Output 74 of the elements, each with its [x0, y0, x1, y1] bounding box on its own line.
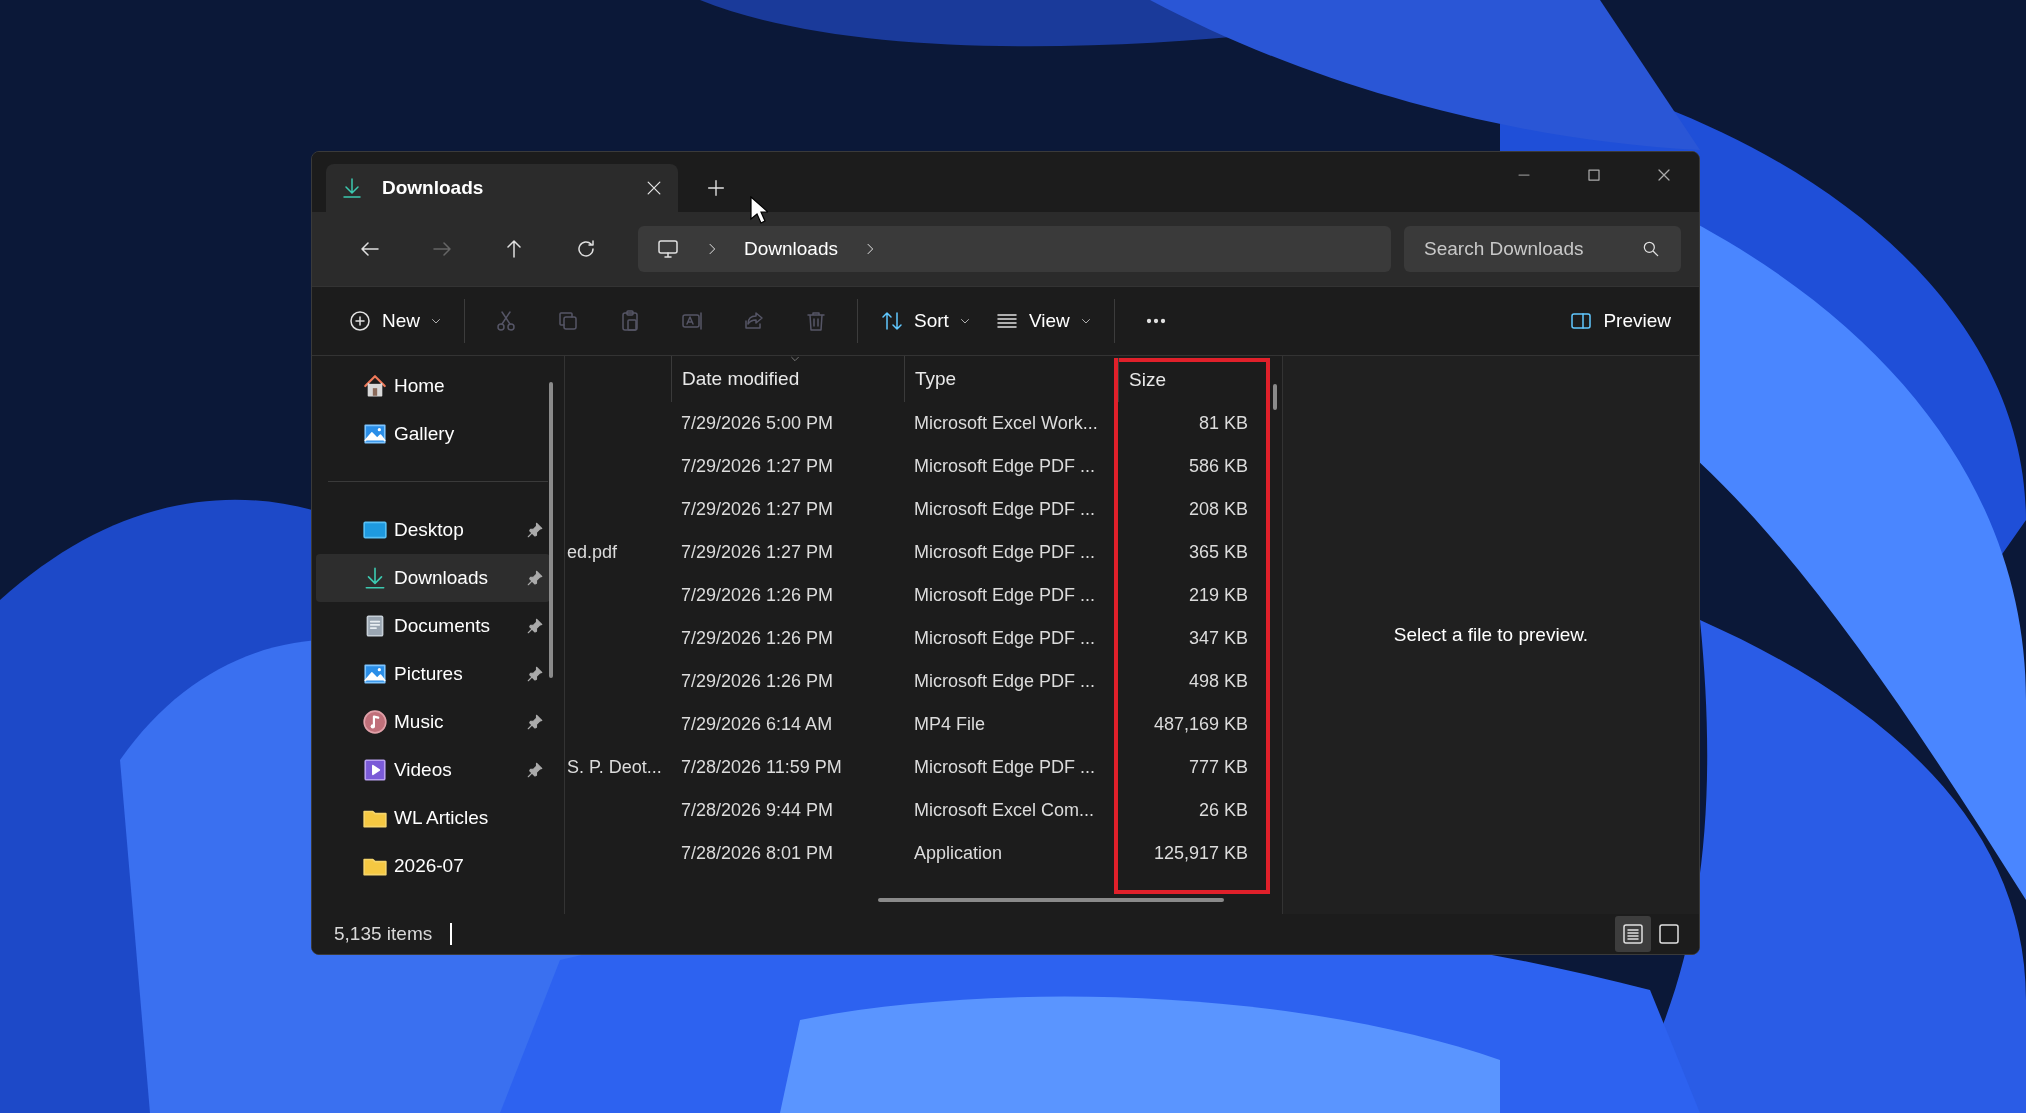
table-cell-text: 7/29/2026 5:00 PM [680, 412, 835, 435]
monitor-icon [656, 237, 680, 261]
table-cell-text: Microsoft Excel Work... [913, 412, 1099, 435]
sort-button[interactable]: Sort [868, 299, 983, 343]
table-cell-text: 7/28/2026 11:59 PM [680, 756, 843, 779]
film-icon [362, 757, 388, 783]
details-view-button[interactable] [1615, 916, 1651, 952]
table-cell-text: 81 KB [1197, 412, 1249, 435]
sidebar-item[interactable]: Desktop [316, 506, 550, 554]
table-cell-text: 487,169 KB [1152, 713, 1249, 736]
large-icons-view-icon [1657, 922, 1681, 946]
preview-button[interactable]: Preview [1557, 299, 1683, 343]
sidebar-item[interactable]: Videos [316, 746, 550, 794]
scrollbar-thumb[interactable] [1273, 384, 1277, 410]
column-header[interactable]: Type [904, 356, 1114, 402]
table-cell-text: Application [913, 842, 1004, 865]
table-cell-text: Microsoft Edge PDF ... [913, 627, 1097, 650]
table-cell-text: 26 KB [1197, 799, 1249, 822]
mouse-pointer-icon [750, 196, 768, 224]
sidebar-item[interactable]: WL Articles [316, 794, 550, 842]
table-cell-text: 7/29/2026 6:14 AM [680, 713, 834, 736]
scrollbar-thumb[interactable] [878, 898, 1224, 902]
sort-arrows-icon [880, 309, 904, 333]
table-cell-text: 7/29/2026 1:26 PM [680, 670, 835, 693]
table-cell-text: 365 KB [1187, 541, 1249, 564]
table-cell-text: 7/29/2026 1:27 PM [680, 541, 835, 564]
table-cell-text: 7/28/2026 9:44 PM [680, 799, 835, 822]
table-cell-text: Microsoft Edge PDF ... [913, 455, 1097, 478]
tab[interactable]: Downloads [326, 164, 678, 212]
search-icon [1641, 239, 1661, 259]
table-cell-text: 208 KB [1187, 498, 1249, 521]
table-cell-text: 586 KB [1187, 455, 1249, 478]
music-note-icon [362, 709, 388, 735]
table-cell-text: ed.pdf [566, 541, 619, 564]
sidebar-item[interactable]: Pictures [316, 650, 550, 698]
table-cell-text: MP4 File [913, 713, 986, 736]
table-cell-text: 498 KB [1187, 670, 1249, 693]
sidebar-item[interactable]: Music [316, 698, 550, 746]
sidebar-item[interactable]: Gallery [316, 410, 550, 458]
table-cell-text: 7/29/2026 1:26 PM [680, 627, 835, 650]
table-cell-text: Microsoft Edge PDF ... [913, 670, 1097, 693]
plus-icon[interactable] [705, 177, 727, 199]
table-cell-text: Microsoft Edge PDF ... [913, 584, 1097, 607]
house-icon [362, 373, 388, 399]
table-cell-text: Microsoft Excel Com... [913, 799, 1096, 822]
item-count: 5,135 items [334, 923, 433, 945]
preview-message: Select a file to preview. [1393, 624, 1589, 646]
table-cell-text: 7/29/2026 1:27 PM [680, 498, 835, 521]
sidebar-item[interactable]: Home [316, 362, 550, 410]
column-header[interactable]: Date modified [671, 356, 904, 402]
table-cell-text: 7/29/2026 1:26 PM [680, 584, 835, 607]
details-view-icon [1621, 922, 1645, 946]
plus-circle-icon [348, 309, 372, 333]
sidebar-item[interactable]: Downloads [316, 554, 550, 602]
table-cell-text: 7/28/2026 8:01 PM [680, 842, 835, 865]
address-segment[interactable]: Downloads [744, 238, 838, 260]
table-cell-text: Microsoft Edge PDF ... [913, 756, 1097, 779]
table-cell-text: Microsoft Edge PDF ... [913, 541, 1097, 564]
search-field[interactable]: Search Downloads [1404, 226, 1681, 272]
scrollbar-thumb[interactable] [549, 382, 553, 678]
sidebar-item[interactable]: 2026-07 [316, 842, 550, 890]
view-button[interactable]: View [982, 299, 1104, 343]
address-bar[interactable]: Downloads [638, 226, 1391, 272]
table-cell-text: S. P. Deot... [566, 756, 663, 779]
column-header[interactable]: Size [1118, 358, 1270, 402]
table-cell-text: 219 KB [1187, 584, 1249, 607]
download-icon [340, 176, 364, 200]
table-cell-text: 347 KB [1187, 627, 1249, 650]
table-cell-text: Microsoft Edge PDF ... [913, 498, 1097, 521]
new-button[interactable]: New [336, 299, 454, 343]
table-cell-text: 7/29/2026 1:27 PM [680, 455, 835, 478]
sidebar-item[interactable]: Documents [316, 602, 550, 650]
table-cell-text: 125,917 KB [1152, 842, 1249, 865]
table-cell-text: 777 KB [1187, 756, 1249, 779]
